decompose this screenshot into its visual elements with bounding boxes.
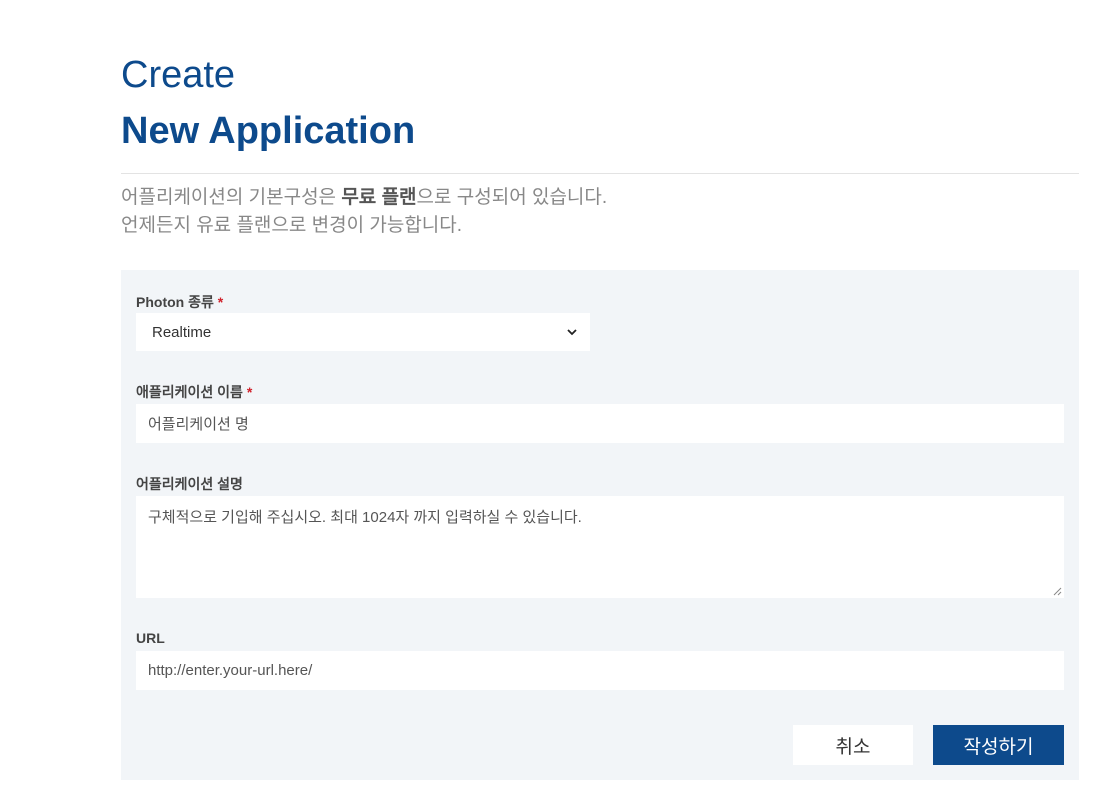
intro-line1: 어플리케이션의 기본구성은 무료 플랜으로 구성되어 있습니다. — [121, 184, 607, 212]
required-mark: * — [217, 294, 224, 310]
app-description-label: 어플리케이션 설명 — [136, 474, 243, 494]
page-title-line1: Create — [121, 54, 236, 96]
url-placeholder: http://enter.your-url.here/ — [148, 662, 313, 679]
submit-button[interactable]: 작성하기 — [933, 725, 1064, 765]
create-application-page: Create New Application 어플리케이션의 기본구성은 무료 … — [0, 0, 1095, 785]
app-description-placeholder: 구체적으로 기입해 주십시오. 최대 1024자 까지 입력하실 수 있습니다. — [148, 509, 582, 526]
chevron-down-icon — [567, 329, 577, 336]
photon-type-select[interactable]: Realtime — [136, 313, 590, 351]
title-divider — [121, 173, 1079, 174]
url-input[interactable]: http://enter.your-url.here/ — [136, 651, 1064, 690]
app-description-textarea[interactable]: 구체적으로 기입해 주십시오. 최대 1024자 까지 입력하실 수 있습니다. — [136, 496, 1064, 598]
app-name-input[interactable]: 어플리케이션 명 — [136, 404, 1064, 443]
application-form: Photon 종류 * Realtime 애플리케이션 이름 * 어플리케이션 … — [121, 270, 1079, 780]
app-description-label-text: 어플리케이션 설명 — [136, 476, 243, 492]
photon-type-label-text: Photon 종류 — [136, 294, 214, 310]
intro-line2: 언제든지 유료 플랜으로 변경이 가능합니다. — [121, 215, 463, 236]
required-mark: * — [246, 384, 253, 400]
cancel-button[interactable]: 취소 — [793, 725, 913, 765]
intro-text: 어플리케이션의 기본구성은 무료 플랜으로 구성되어 있습니다. 언제든지 유료… — [121, 184, 607, 240]
intro-line1-prefix: 어플리케이션의 기본구성은 — [121, 187, 342, 208]
resize-handle-icon[interactable] — [1053, 587, 1062, 596]
url-label: URL — [136, 630, 165, 646]
app-name-label: 애플리케이션 이름 * — [136, 382, 252, 402]
intro-line1-bold: 무료 플랜 — [341, 187, 417, 208]
photon-type-label: Photon 종류 * — [136, 292, 223, 312]
url-label-text: URL — [136, 630, 165, 646]
app-name-label-text: 애플리케이션 이름 — [136, 384, 243, 400]
app-name-placeholder: 어플리케이션 명 — [148, 416, 249, 433]
page-title-line2: New Application — [121, 110, 416, 152]
photon-type-selected-value: Realtime — [152, 323, 212, 341]
intro-line1-suffix: 으로 구성되어 있습니다. — [416, 187, 608, 208]
